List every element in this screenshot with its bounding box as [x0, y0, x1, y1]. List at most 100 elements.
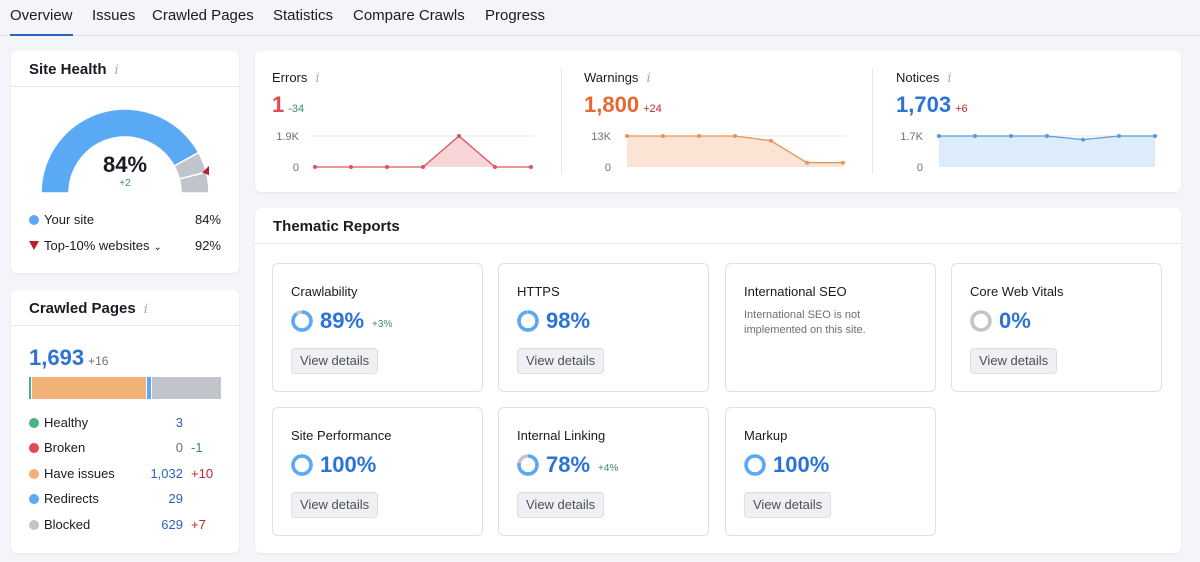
metric-warnings: Warnings i 1,800 +24 13K 0	[567, 51, 877, 192]
y-axis-label: 1.7K	[900, 131, 923, 143]
crawled-pages-row-healthy[interactable]: Healthy 3	[29, 415, 229, 433]
row-delta: -1	[191, 440, 203, 455]
sparkline-point[interactable]	[421, 165, 425, 169]
y-axis-label: 0	[605, 162, 611, 173]
sparkline-point[interactable]	[457, 134, 461, 138]
metric-value-row[interactable]: 1 -34	[272, 92, 304, 118]
report-title: Markup	[744, 428, 788, 443]
score-value: 100%	[773, 452, 830, 477]
row-label: Have issues	[44, 466, 115, 481]
sparkline-point[interactable]	[937, 134, 941, 138]
crawled-pages-total[interactable]: 1,693 +16	[29, 345, 108, 371]
report-title: Internal Linking	[517, 428, 606, 443]
tab-overview[interactable]: Overview	[10, 7, 73, 36]
info-icon[interactable]: i	[947, 71, 951, 86]
row-value[interactable]: 29	[129, 491, 183, 506]
tab-crawled-pages[interactable]: Crawled Pages	[152, 7, 254, 36]
sparkline-point[interactable]	[973, 134, 977, 138]
legend-label: Top-10% websites	[44, 238, 150, 253]
row-value[interactable]: 629	[129, 517, 183, 532]
site-health-title: Site Health	[29, 61, 107, 78]
tab-progress[interactable]: Progress	[485, 7, 545, 36]
score-delta: +4%	[598, 462, 619, 474]
y-axis-label: 0	[293, 162, 299, 173]
report-international-seo: International SEO International SEO is no…	[725, 263, 936, 392]
sparkline-point[interactable]	[1081, 137, 1085, 142]
report-internal-linking: Internal Linking 78% +4% View details	[498, 407, 709, 536]
metric-value-row[interactable]: 1,703 +6	[896, 92, 968, 118]
report-title: HTTPS	[517, 284, 560, 299]
info-icon[interactable]: i	[144, 302, 148, 317]
bar-segment-have-issues[interactable]	[32, 377, 147, 399]
view-details-button[interactable]: View details	[517, 348, 605, 374]
sparkline-point[interactable]	[313, 165, 317, 169]
thematic-reports-card: Thematic Reports Crawlability 89% +3% View …	[255, 208, 1181, 553]
crawled-pages-row-blocked[interactable]: Blocked 629 +7	[29, 517, 229, 535]
crawled-pages-row-broken[interactable]: Broken 0 -1	[29, 440, 229, 458]
status-dot-icon	[29, 418, 39, 428]
sparkline-point[interactable]	[625, 134, 629, 138]
info-icon[interactable]: i	[115, 63, 119, 78]
report-title: Crawlability	[291, 284, 358, 299]
tab-statistics[interactable]: Statistics	[273, 7, 333, 36]
report-title: Site Performance	[291, 428, 392, 443]
sparkline-point[interactable]	[493, 165, 497, 169]
report-score: 98%	[517, 308, 590, 334]
score-value: 100%	[320, 452, 377, 477]
crawled-pages-card: Crawled Pages i 1,693 +16 Healthy 3 Broken 0-…	[11, 290, 239, 553]
row-label: Redirects	[44, 491, 99, 506]
y-axis-label: 0	[917, 162, 923, 173]
score-ring-icon	[517, 454, 539, 476]
crawled-pages-row-have-issues[interactable]: Have issues 1,032 +10	[29, 466, 229, 484]
sparkline-point[interactable]	[805, 160, 809, 165]
info-icon[interactable]: i	[315, 71, 319, 86]
view-details-button[interactable]: View details	[291, 492, 379, 518]
sparkline-point[interactable]	[349, 165, 353, 169]
report-note: International SEO is not implemented on …	[744, 309, 866, 336]
legend-top10: Top-10% websites ⌄ 92%	[29, 238, 221, 253]
metric-notices: Notices i 1,703 +6 1.7K 0	[879, 51, 1189, 192]
chevron-down-icon[interactable]: ⌄	[154, 242, 162, 253]
metric-sparkline: 1.9K 0	[276, 131, 535, 173]
bar-segment-blocked[interactable]	[151, 377, 222, 399]
crawled-pages-row-redirects[interactable]: Redirects 29	[29, 491, 229, 509]
sparkline-point[interactable]	[1009, 134, 1013, 138]
row-value[interactable]: 1,032	[129, 466, 183, 481]
legend-your-site: Your site 84%	[29, 212, 221, 227]
legend-label: Your site	[44, 212, 95, 227]
thematic-reports-title: Thematic Reports	[255, 208, 1181, 244]
row-value[interactable]: 3	[129, 415, 183, 430]
triangle-marker-icon	[29, 241, 39, 250]
tab-issues[interactable]: Issues	[92, 7, 135, 36]
view-details-button[interactable]: View details	[744, 492, 832, 518]
sparkline-point[interactable]	[1117, 134, 1121, 138]
sparkline-point[interactable]	[841, 160, 845, 165]
sparkline-point[interactable]	[1153, 134, 1157, 138]
view-details-button[interactable]: View details	[291, 348, 379, 374]
score-ring-icon	[291, 310, 313, 332]
site-health-card: Site Health i 84% +2 Your site 84% Top-10…	[11, 51, 239, 273]
sparkline-point[interactable]	[697, 134, 701, 138]
row-value[interactable]: 0	[129, 440, 183, 455]
sparkline-point[interactable]	[661, 134, 665, 138]
view-details-button[interactable]: View details	[970, 348, 1058, 374]
bar-segment-redirects[interactable]	[147, 377, 151, 399]
score-ring-icon	[970, 310, 992, 332]
sparkline-point[interactable]	[769, 138, 773, 143]
sparkline-point[interactable]	[1045, 134, 1049, 138]
info-icon[interactable]: i	[646, 71, 650, 86]
tab-compare-crawls[interactable]: Compare Crawls	[353, 7, 465, 36]
report-score: 78% +4%	[517, 452, 618, 478]
bar-segment-healthy[interactable]	[29, 377, 32, 399]
metric-value-row[interactable]: 1,800 +24	[584, 92, 662, 118]
sparkline-line	[315, 135, 531, 168]
view-details-button[interactable]: View details	[517, 492, 605, 518]
metric-delta: -34	[288, 103, 305, 115]
total-value: 1,693	[29, 345, 85, 370]
crawled-pages-header: Crawled Pages i	[11, 290, 239, 326]
sparkline-point[interactable]	[385, 165, 389, 169]
sparkline-point[interactable]	[529, 165, 533, 169]
sparkline-point[interactable]	[733, 134, 737, 138]
total-delta: +16	[88, 354, 109, 368]
metric-label: Errors i	[272, 70, 320, 86]
